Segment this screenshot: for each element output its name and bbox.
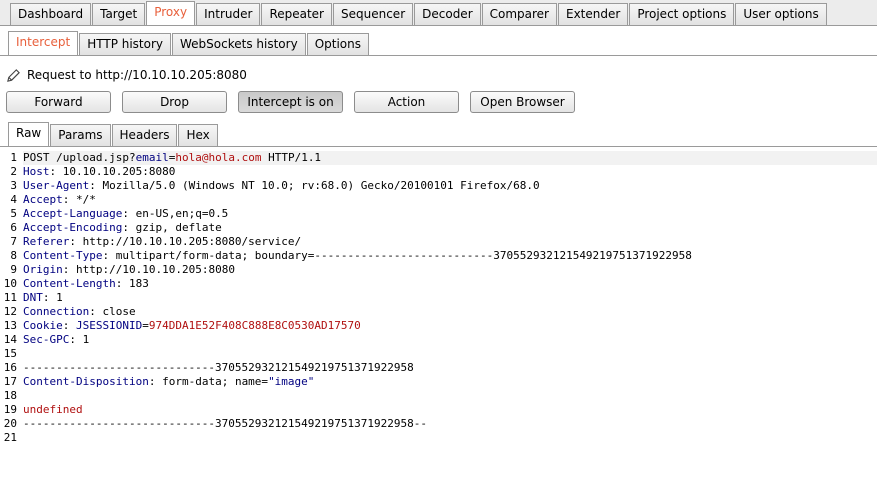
tab-user-options[interactable]: User options [735, 3, 827, 25]
tab-headers[interactable]: Headers [111, 124, 178, 146]
tab-repeater[interactable]: Repeater [261, 3, 332, 25]
content-disposition-line: Content-Disposition: form-data; name="im… [23, 375, 315, 388]
tab-hex[interactable]: Hex [178, 124, 218, 146]
proxy-sub-tab-bar: Intercept HTTP history WebSockets histor… [0, 30, 877, 56]
cookie-line: Cookie: JSESSIONID=974DDA1E52F408C888E8C… [23, 319, 361, 332]
header-line: Sec-GPC: 1 [23, 333, 90, 346]
header-line: Accept-Encoding: gzip, deflate [23, 221, 222, 234]
tab-proxy[interactable]: Proxy [146, 1, 196, 25]
request-text[interactable]: POST /upload.jsp?email=hola@hola.com HTT… [23, 151, 877, 445]
header-line: User-Agent: Mozilla/5.0 (Windows NT 10.0… [23, 179, 540, 192]
tab-project-options[interactable]: Project options [629, 3, 735, 25]
header-line: Host: 10.10.10.205:8080 [23, 165, 176, 178]
header-line: Content-Type: multipart/form-data; bound… [23, 249, 692, 262]
tab-target[interactable]: Target [92, 3, 146, 25]
raw-request-editor[interactable]: 1234 5678 9 10 11 12 13 14 15 16 17 18 19 20 21 P… [0, 146, 877, 478]
request-target: Request to http://10.10.10.205:8080 [6, 66, 247, 84]
action-button[interactable]: Action [354, 91, 459, 113]
open-browser-button[interactable]: Open Browser [470, 91, 575, 113]
header-line: Origin: http://10.10.10.205:8080 [23, 263, 235, 276]
tab-dashboard[interactable]: Dashboard [10, 3, 92, 25]
tab-http-history[interactable]: HTTP history [79, 33, 172, 55]
header-line: DNT: 1 [23, 291, 63, 304]
tab-websockets-history[interactable]: WebSockets history [172, 33, 306, 55]
boundary-end-line: -----------------------------37055293212… [23, 417, 427, 430]
tab-comparer[interactable]: Comparer [481, 3, 557, 25]
header-line: Content-Length: 183 [23, 277, 149, 290]
line-numbers: 1234 5678 9 10 11 12 13 14 15 16 17 18 19 20 21 [3, 151, 17, 444]
forward-button[interactable]: Forward [6, 91, 111, 113]
pencil-icon [7, 68, 20, 82]
main-tab-bar: Dashboard Target Proxy Intruder Repeater… [0, 0, 877, 26]
tab-proxy-options[interactable]: Options [306, 33, 369, 55]
tab-extender[interactable]: Extender [558, 3, 629, 25]
header-line: Accept-Language: en-US,en;q=0.5 [23, 207, 229, 220]
header-line: Accept: */* [23, 193, 96, 206]
request-target-label: Request to http://10.10.10.205:8080 [27, 68, 247, 82]
body-value-line: undefined [23, 403, 83, 416]
intercept-toolbar: Forward Drop Intercept is on Action Open… [6, 91, 586, 113]
header-line: Referer: http://10.10.10.205:8080/servic… [23, 235, 302, 248]
tab-intruder[interactable]: Intruder [196, 3, 261, 25]
tab-raw[interactable]: Raw [8, 122, 50, 146]
intercept-toggle-button[interactable]: Intercept is on [238, 91, 343, 113]
header-line: Connection: close [23, 305, 136, 318]
tab-decoder[interactable]: Decoder [414, 3, 481, 25]
tab-sequencer[interactable]: Sequencer [333, 3, 414, 25]
tab-params[interactable]: Params [50, 124, 111, 146]
editor-tab-bar: Raw Params Headers Hex [0, 122, 877, 146]
tab-intercept[interactable]: Intercept [8, 31, 79, 55]
drop-button[interactable]: Drop [122, 91, 227, 113]
boundary-line: -----------------------------37055293212… [23, 361, 414, 374]
request-line: POST /upload.jsp?email=hola@hola.com HTT… [23, 151, 877, 165]
